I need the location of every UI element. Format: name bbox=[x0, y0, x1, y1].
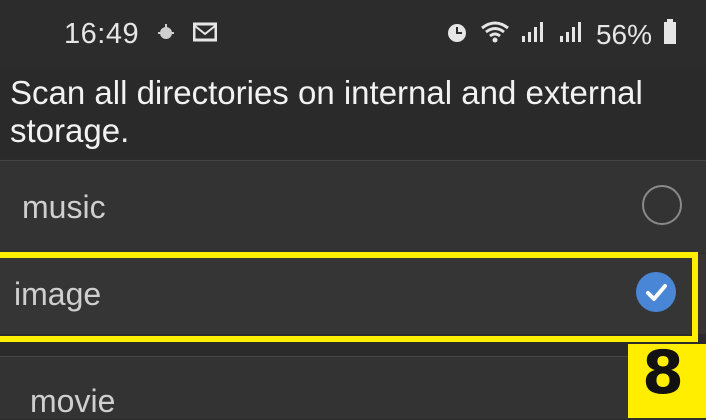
list-item-label: image bbox=[14, 276, 102, 312]
list-item-label: movie bbox=[30, 383, 116, 419]
signal-icon bbox=[558, 20, 586, 49]
radio-checked-icon[interactable] bbox=[636, 272, 676, 312]
header-text: Scan all directories on internal and ext… bbox=[10, 74, 643, 149]
description-header: Scan all directories on internal and ext… bbox=[0, 68, 706, 156]
checkmark-icon bbox=[646, 284, 667, 301]
list-item-image[interactable]: image bbox=[0, 254, 706, 334]
status-left: 16:49 bbox=[64, 18, 218, 51]
list-item-movie[interactable]: movie bbox=[0, 356, 706, 419]
battery-percent: 56% bbox=[595, 18, 652, 50]
bug-icon bbox=[155, 21, 177, 48]
list-item-music[interactable]: music bbox=[0, 160, 706, 253]
annotation-badge-number: 8 bbox=[642, 338, 684, 408]
mail-icon bbox=[192, 22, 218, 47]
status-right: 56% bbox=[444, 18, 678, 51]
wifi-icon bbox=[480, 20, 510, 49]
radio-unchecked-icon[interactable] bbox=[642, 185, 682, 225]
status-bar: 16:49 56% bbox=[0, 0, 706, 68]
list-item-label: music bbox=[22, 189, 106, 225]
battery-icon bbox=[662, 18, 678, 51]
signal-icon bbox=[520, 20, 548, 49]
status-time: 16:49 bbox=[64, 18, 140, 50]
alarm-icon bbox=[444, 19, 470, 50]
annotation-badge: 8 bbox=[628, 338, 706, 418]
